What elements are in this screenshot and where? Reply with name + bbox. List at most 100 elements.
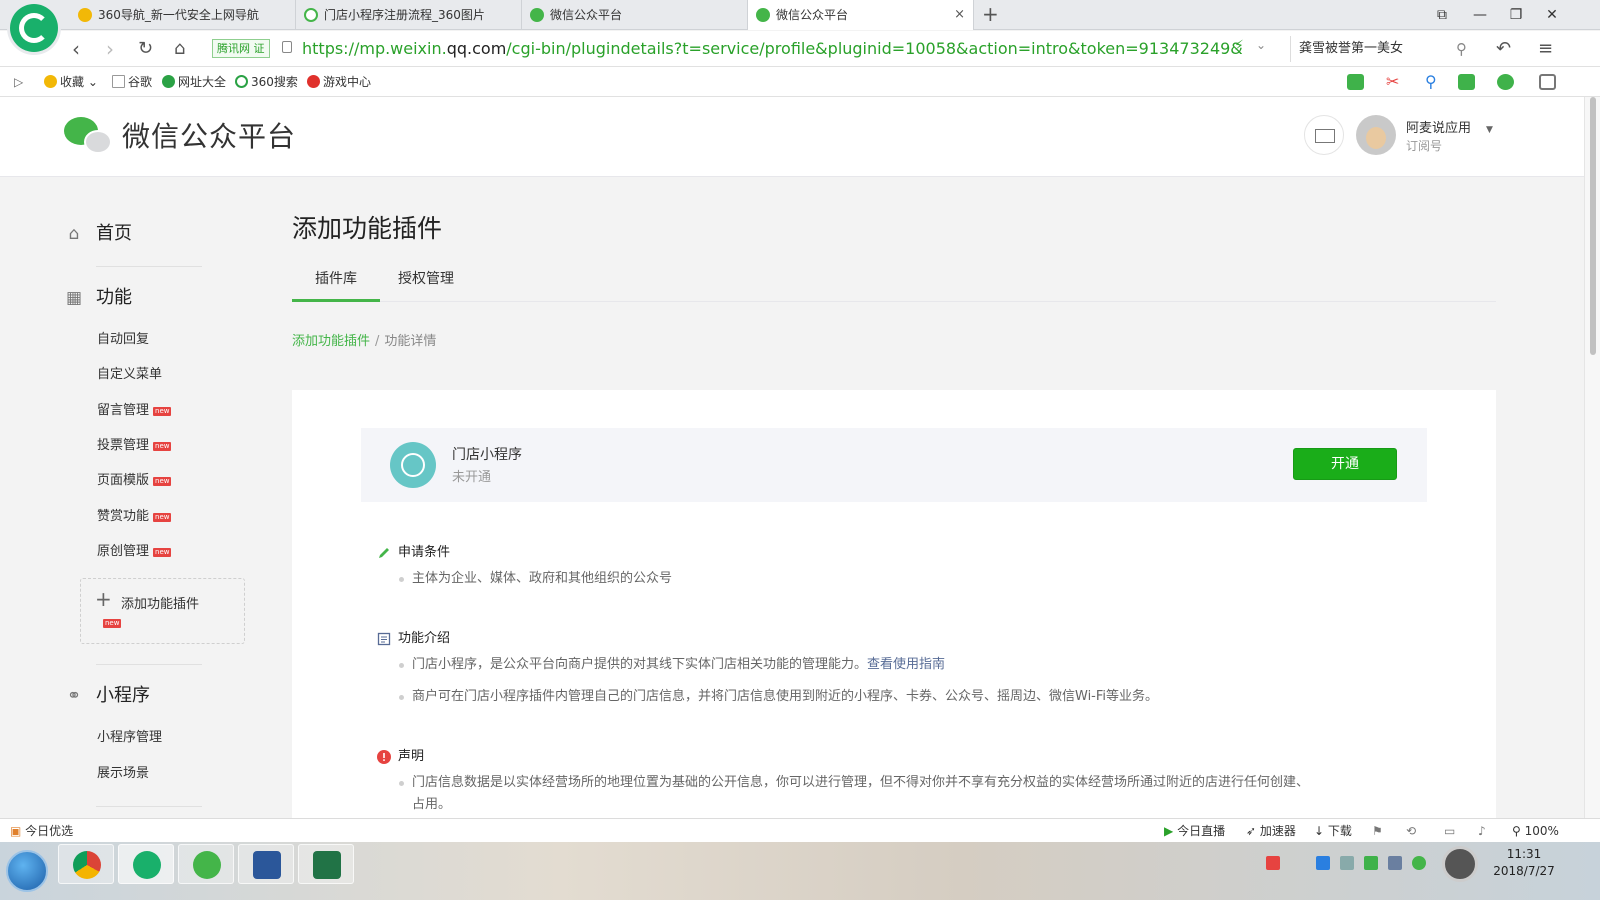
flag-icon[interactable]: ⚑ <box>1372 819 1383 843</box>
system-clock[interactable]: 11:31 2018/7/27 <box>1482 846 1566 880</box>
refresh-icon[interactable]: ↻ <box>138 31 153 67</box>
breadcrumb-separator: / <box>375 334 380 349</box>
tab-plugin-library[interactable]: 插件库 <box>292 264 380 302</box>
clean-icon[interactable]: ⟲ <box>1406 819 1416 843</box>
url-text[interactable]: https://mp.weixin.qq.com/cgi-bin/plugind… <box>302 36 1242 62</box>
browser-tab-wechat-active[interactable]: 微信公众平台 × <box>748 0 974 30</box>
volume-icon[interactable]: ♪ <box>1478 819 1486 843</box>
taskbar-word[interactable] <box>238 844 294 884</box>
maximize-icon[interactable]: ❐ <box>1498 0 1534 30</box>
bookmark-label: 游戏中心 <box>323 75 372 89</box>
search-input[interactable]: 龚雪被誉第一美女 <box>1290 36 1480 62</box>
sidebar-item-rewards[interactable]: 赞赏功能 new <box>97 508 172 526</box>
site-verified-badge[interactable]: 腾讯网 证 <box>212 39 270 58</box>
scrollbar-thumb[interactable] <box>1590 97 1596 355</box>
browser-tab-wechat[interactable]: 微信公众平台 <box>522 0 748 30</box>
screenshot-extension-icon[interactable]: ✂ <box>1386 74 1403 90</box>
avatar[interactable] <box>1356 115 1396 155</box>
pencil-icon <box>379 548 389 558</box>
taskbar-wechat[interactable] <box>178 844 234 884</box>
sidebar-item-custom-menu[interactable]: 自定义菜单 <box>97 366 162 384</box>
app-tray-icon[interactable] <box>1364 856 1378 870</box>
360-search-icon <box>235 75 248 88</box>
browser-tab-360nav[interactable]: 360导航_新一代安全上网导航 <box>70 0 296 30</box>
start-button[interactable] <box>6 850 48 892</box>
minimize-icon[interactable]: — <box>1462 0 1498 30</box>
vertical-scrollbar[interactable] <box>1584 97 1600 818</box>
browser-tab-360image[interactable]: 门店小程序注册流程_360图片 <box>296 0 522 30</box>
sidebar-item-label: 留言管理 <box>97 403 150 418</box>
browser-tab-title: 微信公众平台 <box>776 8 849 22</box>
money-extension-icon[interactable] <box>1497 74 1514 90</box>
sidebar-item-miniprogram-manage[interactable]: 小程序管理 <box>97 729 162 747</box>
translate-extension-icon[interactable] <box>1347 74 1364 90</box>
new-tab-button[interactable]: + <box>982 0 999 28</box>
account-dropdown-icon[interactable]: ▼ <box>1486 125 1493 135</box>
speed-icon[interactable]: ⚡ <box>1234 38 1244 54</box>
sidebar-toggle-icon[interactable]: ▷ <box>14 67 23 97</box>
search-icon[interactable]: ⚲ <box>1456 31 1467 67</box>
sidebar-item-showcase[interactable]: 展示场景 <box>97 765 149 783</box>
daily-picks[interactable]: ▣ 今日优选 <box>10 819 73 843</box>
assistant-tray-icon[interactable] <box>1442 846 1478 882</box>
sidebar: ⌂ 首页 ▦ 功能 自动回复 自定义菜单 留言管理 new 投票管理 new 页面模版 n… <box>0 178 270 818</box>
usage-guide-link[interactable]: 查看使用指南 <box>867 657 945 672</box>
sidebar-home[interactable]: ⌂ 首页 <box>64 222 132 246</box>
sidebar-item-auto-reply[interactable]: 自动回复 <box>97 331 149 349</box>
taskbar-excel[interactable] <box>298 844 354 884</box>
sidebar-item-original[interactable]: 原创管理 new <box>97 543 172 561</box>
account-name[interactable]: 阿麦说应用 <box>1406 117 1471 136</box>
url-field[interactable]: 腾讯网 证 https://mp.weixin.qq.com/cgi-bin/p… <box>212 36 1274 62</box>
page-tabs: 插件库 授权管理 <box>292 264 1496 302</box>
lock-icon[interactable] <box>282 41 292 53</box>
mail-icon <box>1315 129 1335 143</box>
site-title[interactable]: 微信公众平台 <box>122 117 296 157</box>
taskbar-chrome[interactable] <box>58 844 114 884</box>
apps-extension-icon[interactable] <box>1539 74 1556 90</box>
download-button[interactable]: ↓ 下载 <box>1314 819 1352 843</box>
bookmark-360search[interactable]: 360搜索 <box>235 67 298 97</box>
close-tab-icon[interactable]: × <box>954 0 965 30</box>
wechat-mp-header: 微信公众平台 阿麦说应用 订阅号 ▼ <box>0 97 1600 177</box>
forward-icon[interactable]: › <box>106 31 114 67</box>
breadcrumb-link[interactable]: 添加功能插件 <box>292 334 370 349</box>
wechat-tray-icon[interactable] <box>1412 856 1426 870</box>
close-window-icon[interactable]: ✕ <box>1534 0 1570 30</box>
window-icon[interactable]: ▭ <box>1444 819 1455 843</box>
enable-button[interactable]: 开通 <box>1293 448 1397 480</box>
home-icon[interactable]: ⌂ <box>174 31 185 67</box>
sidebar-item-votes[interactable]: 投票管理 new <box>97 437 172 455</box>
sidebar-functions-label: 功能 <box>96 287 132 308</box>
restore-tabs-icon[interactable]: ⧉ <box>1424 0 1460 30</box>
sidebar-item-comments[interactable]: 留言管理 new <box>97 402 172 420</box>
sogou-ime-icon[interactable] <box>1266 856 1280 870</box>
search-extension-icon[interactable]: ⚲ <box>1425 74 1442 90</box>
taskbar-360-browser[interactable] <box>118 844 174 884</box>
daily-picks-label: 今日优选 <box>25 824 74 838</box>
speaker-icon[interactable] <box>1340 856 1354 870</box>
game-icon <box>307 75 320 88</box>
wechat-logo-icon[interactable] <box>64 117 114 157</box>
display-icon[interactable] <box>1388 856 1402 870</box>
menu-icon[interactable]: ≡ <box>1538 31 1553 67</box>
network-icon[interactable] <box>1316 856 1330 870</box>
accelerator-button[interactable]: ➶ 加速器 <box>1246 819 1296 843</box>
excel-icon <box>313 851 341 879</box>
bookmark-urls[interactable]: 网址大全 <box>162 67 226 97</box>
tab-authorization[interactable]: 授权管理 <box>388 264 464 302</box>
live-button[interactable]: ▶ 今日直播 <box>1164 819 1225 843</box>
bookmark-games[interactable]: 游戏中心 <box>307 67 371 97</box>
url-prefix: https://mp.weixin. <box>302 39 447 58</box>
browser-logo-icon[interactable] <box>10 4 58 52</box>
game-extension-icon[interactable] <box>1458 74 1475 90</box>
new-badge: new <box>153 442 172 451</box>
bookmark-favorites[interactable]: 收藏 ⌄ <box>44 67 98 97</box>
zoom-level[interactable]: ⚲ 100% <box>1512 819 1559 843</box>
chevron-down-icon[interactable]: ⌄ <box>1256 38 1266 52</box>
bookmark-google[interactable]: 谷歌 <box>112 67 152 97</box>
sidebar-item-page-templates[interactable]: 页面模版 new <box>97 472 172 490</box>
back-icon[interactable]: ‹ <box>72 31 80 67</box>
undo-icon[interactable]: ↶ <box>1496 31 1511 67</box>
add-plugin-button[interactable]: + 添加功能插件 new <box>80 578 245 644</box>
message-button[interactable] <box>1304 115 1344 155</box>
